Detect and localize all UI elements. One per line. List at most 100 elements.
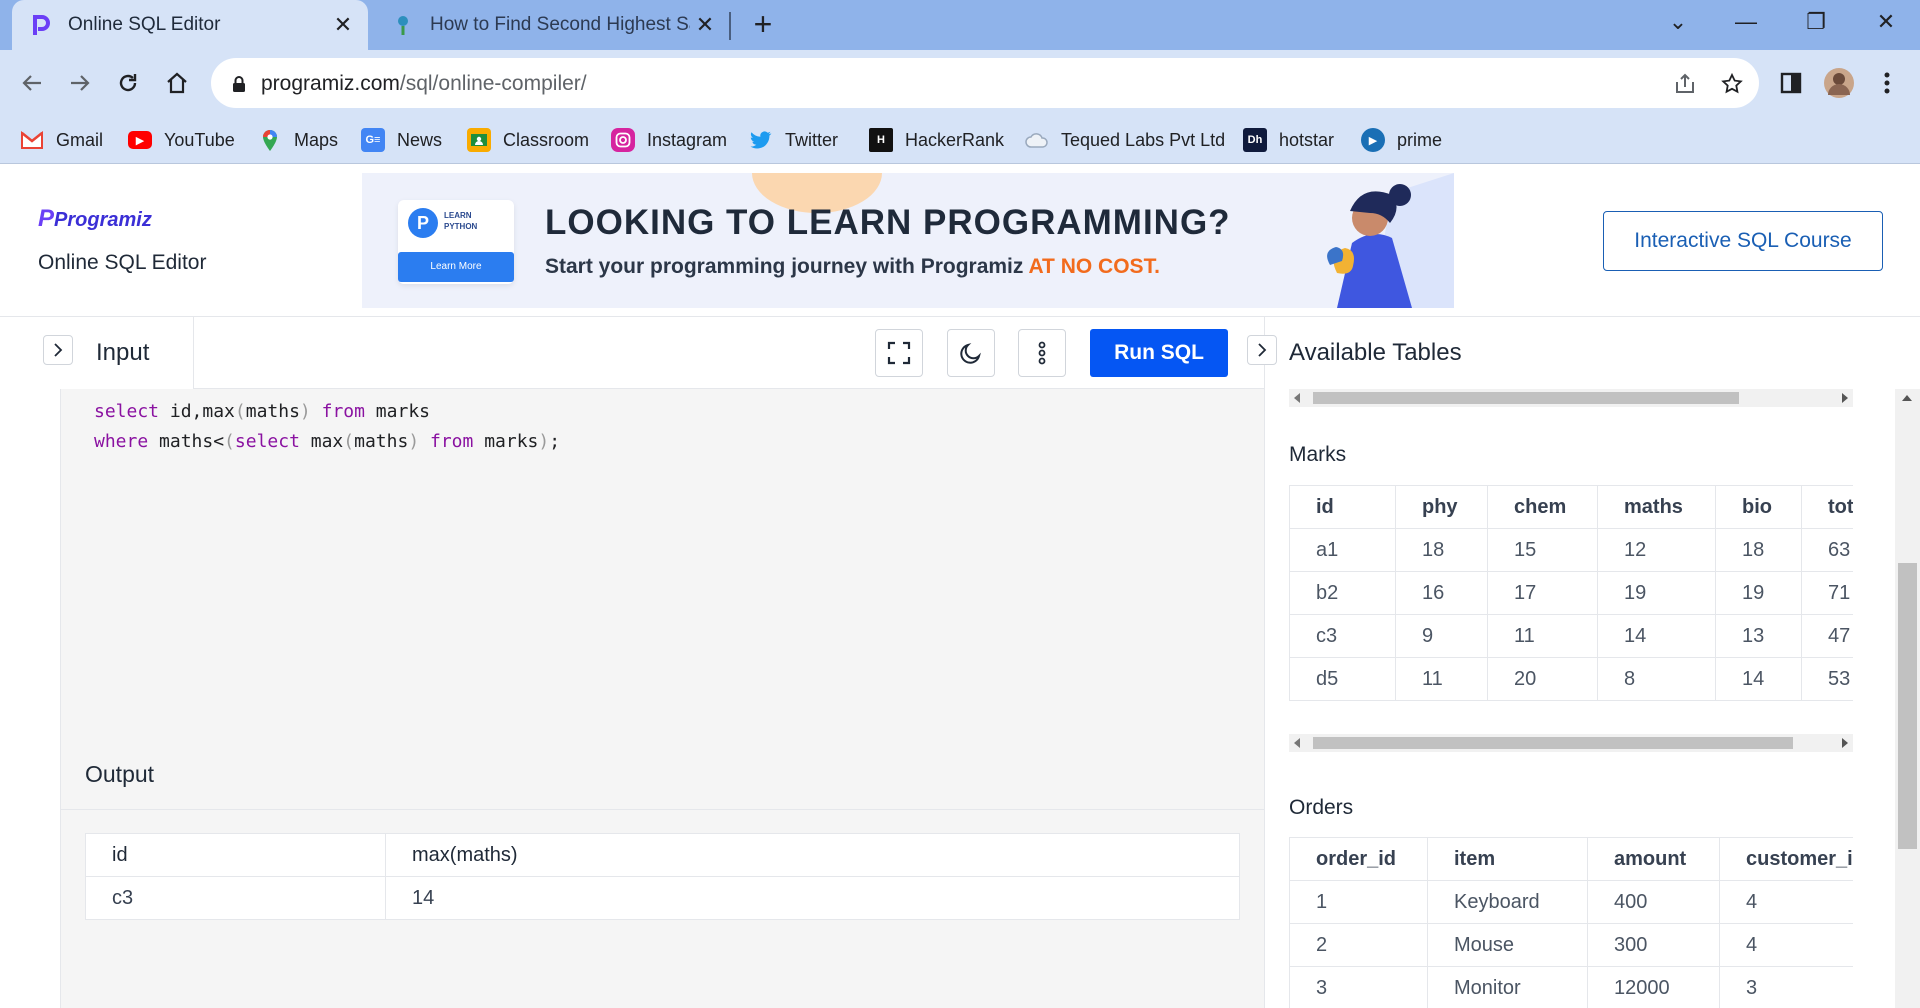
fullscreen-icon [887,341,911,365]
bookmark-prime[interactable]: ▶ prime [1361,126,1442,154]
home-button[interactable] [157,63,197,103]
table-header-cell: totalScore [1801,485,1853,529]
tab-search-button[interactable]: ⌄ [1644,0,1712,44]
sql-punctuation: ) [299,401,311,422]
person-illustration-icon [1327,173,1454,308]
bookmark-twitter[interactable]: Twitter [749,126,838,154]
bookmark-youtube[interactable]: ▶ YouTube [128,126,235,154]
sql-text: maths [245,401,300,422]
bookmark-instagram[interactable]: Instagram [611,126,727,154]
table-row: 2 Mouse 300 4 [1289,923,1853,967]
scroll-left-icon[interactable] [1294,393,1300,403]
scroll-right-icon[interactable] [1842,393,1848,403]
input-tab[interactable]: Input [96,339,149,367]
close-window-button[interactable]: ✕ [1852,0,1920,44]
sql-text: marks [364,401,430,422]
bookmark-news[interactable]: G≡ News [361,126,442,154]
more-vertical-icon [1884,72,1890,94]
table-header-cell: chem [1487,485,1598,529]
table-cell: 9 [1395,614,1488,658]
close-tab-icon[interactable]: ✕ [690,12,720,38]
bookmark-maps[interactable]: Maps [258,126,338,154]
sql-punctuation: ( [234,401,246,422]
table-cell: 17 [1487,571,1598,615]
browser-toolbar: programiz.com/sql/online-compiler/ [0,50,1920,116]
twitter-icon [749,128,773,152]
code-line[interactable]: where maths<(select max(maths) from mark… [94,427,1264,457]
ad-banner[interactable]: P LEARN PYTHON Learn More LOOKING TO LEAR… [362,173,1454,308]
bookmark-classroom[interactable]: Classroom [467,126,589,154]
reload-button[interactable] [108,63,148,103]
scrollbar-thumb[interactable] [1898,563,1917,849]
table-row: c3 14 [85,876,1240,920]
output-panel-header: Output [61,741,1264,810]
bookmark-hotstar[interactable]: Dh hotstar [1243,126,1334,154]
back-button[interactable] [12,63,52,103]
forward-button[interactable] [60,63,100,103]
sql-code-editor[interactable]: select id,max(maths) from marks where mat… [61,389,1264,741]
fullscreen-button[interactable] [875,329,923,377]
programiz-logo[interactable]: PProgramiz [38,205,152,233]
code-line[interactable]: select id,max(maths) from marks [94,397,1264,427]
browser-menu-button[interactable] [1867,63,1907,103]
available-tables-title: Available Tables [1289,339,1462,366]
collapse-tables-button[interactable] [1247,335,1277,365]
site-header: PProgramiz Online SQL Editor P LEARN PYTH… [0,165,1920,317]
interactive-sql-course-button[interactable]: Interactive SQL Course [1603,211,1883,271]
table-cell: a1 [1289,528,1396,572]
horizontal-scrollbar[interactable] [1289,734,1853,752]
expand-sidebar-button[interactable] [43,335,73,365]
orders-table-label: Orders [1289,796,1354,819]
close-tab-icon[interactable]: ✕ [328,12,358,38]
scrollbar-thumb[interactable] [1313,392,1739,404]
marks-table-wrapper: idphychemmathsbiototalScorea11815121863b… [1289,485,1853,701]
scroll-right-icon[interactable] [1842,738,1848,748]
vertical-scrollbar[interactable] [1895,389,1920,1008]
table-cell: 71 [1801,571,1853,615]
maps-icon [258,128,282,152]
tables-panel-header: Available Tables [1247,317,1920,389]
bookmark-hackerrank[interactable]: H HackerRank [869,126,1004,154]
more-vertical-icon [1038,341,1046,365]
restore-button[interactable]: ❐ [1782,0,1850,44]
tab-divider [193,317,194,389]
table-cell: c3 [85,876,386,920]
table-cell: 8 [1597,657,1716,701]
marks-table-label: Marks [1289,443,1347,466]
prime-icon: ▶ [1361,128,1385,152]
scrollbar-thumb[interactable] [1313,737,1793,749]
tab-separator [729,12,731,40]
bookmark-star-icon[interactable] [1718,70,1746,98]
tab-second-highest-salary[interactable]: How to Find Second Highest Sala ✕ [380,0,730,50]
lock-icon[interactable] [225,70,253,98]
side-panel-button[interactable] [1771,63,1811,103]
table-cell: 18 [1715,528,1802,572]
home-icon [167,72,187,94]
learn-more-button[interactable]: Learn More [398,252,514,282]
chevron-right-icon [54,343,63,357]
minimize-button[interactable]: — [1712,0,1780,44]
bookmark-tequed-labs[interactable]: Tequed Labs Pvt Ltd [1025,126,1225,154]
run-sql-button[interactable]: Run SQL [1090,329,1228,377]
more-options-button[interactable] [1018,329,1066,377]
table-cell: 12000 [1587,966,1720,1008]
horizontal-scrollbar[interactable] [1289,389,1853,407]
programiz-favicon-icon [30,14,52,36]
reload-icon [119,74,137,92]
table-header-cell: max(maths) [385,833,1240,877]
table-cell: 14 [1715,657,1802,701]
profile-avatar[interactable] [1819,63,1859,103]
dark-mode-button[interactable] [947,329,995,377]
table-cell: 18 [1395,528,1488,572]
scroll-left-icon[interactable] [1294,738,1300,748]
sql-text: maths< [148,431,225,452]
output-title: Output [85,761,155,787]
share-icon[interactable] [1671,70,1699,98]
tab-online-sql-editor[interactable]: Online SQL Editor ✕ [12,0,368,50]
bookmark-gmail[interactable]: Gmail [20,126,103,154]
new-tab-button[interactable]: + [745,6,781,44]
table-cell: 4 [1719,923,1853,967]
scroll-up-icon[interactable] [1902,395,1912,401]
address-bar[interactable]: programiz.com/sql/online-compiler/ [211,58,1759,108]
